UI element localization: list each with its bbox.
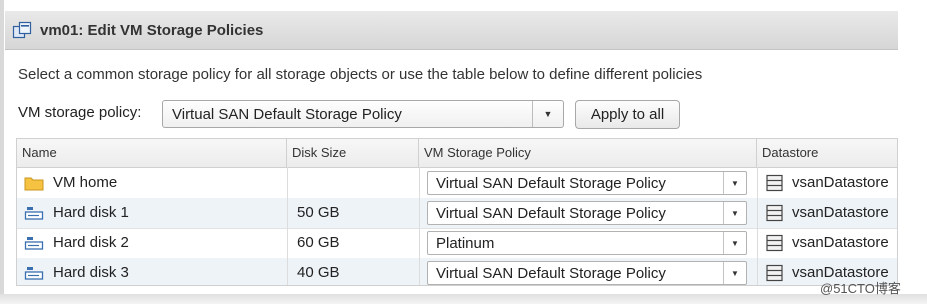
row-policy-select[interactable]: Platinum ▼ xyxy=(427,231,747,255)
row-datastore: vsanDatastore xyxy=(792,204,889,221)
column-divider xyxy=(757,167,758,285)
hard-disk-icon xyxy=(24,207,44,220)
chevron-down-icon[interactable]: ▼ xyxy=(532,101,563,127)
vm-storage-policy-value: Virtual SAN Default Storage Policy xyxy=(172,106,402,123)
table-row[interactable]: VM home Virtual SAN Default Storage Poli… xyxy=(17,168,897,199)
storage-objects-table: Name Disk Size VM Storage Policy Datasto… xyxy=(16,138,898,286)
vm-storage-policy-select[interactable]: Virtual SAN Default Storage Policy ▼ xyxy=(162,100,564,128)
row-name: VM home xyxy=(53,174,118,191)
chevron-down-icon[interactable]: ▼ xyxy=(723,232,746,254)
apply-to-all-button[interactable]: Apply to all xyxy=(575,100,680,129)
row-name: Hard disk 1 xyxy=(53,204,129,221)
vm-storage-policy-label: VM storage policy: xyxy=(18,104,142,121)
row-name: Hard disk 3 xyxy=(53,264,129,281)
hard-disk-icon xyxy=(24,237,44,250)
row-name: Hard disk 2 xyxy=(53,234,129,251)
row-policy-value: Virtual SAN Default Storage Policy xyxy=(436,265,666,282)
table-row[interactable]: Hard disk 2 60 GB Platinum ▼ vsanDatasto… xyxy=(17,228,897,259)
row-size: 40 GB xyxy=(297,264,340,281)
vm-icon xyxy=(12,21,32,39)
datastore-icon xyxy=(766,174,783,192)
datastore-icon xyxy=(766,264,783,282)
folder-icon xyxy=(24,177,44,191)
column-header-datastore[interactable]: Datastore xyxy=(757,139,897,167)
column-divider xyxy=(419,167,420,285)
watermark-text: @51CTO博客 xyxy=(820,281,901,296)
dialog-title: vm01: Edit VM Storage Policies xyxy=(40,21,264,39)
column-divider xyxy=(287,167,288,285)
row-policy-select[interactable]: Virtual SAN Default Storage Policy ▼ xyxy=(427,201,747,225)
row-datastore: vsanDatastore xyxy=(792,234,889,251)
row-datastore: vsanDatastore xyxy=(792,174,889,191)
window-frame-left xyxy=(0,0,4,296)
column-header-disk-size[interactable]: Disk Size xyxy=(287,139,419,167)
chevron-down-icon[interactable]: ▼ xyxy=(723,262,746,284)
instructions-text: Select a common storage policy for all s… xyxy=(18,66,703,83)
dialog-titlebar: vm01: Edit VM Storage Policies xyxy=(5,11,898,50)
table-row[interactable]: Hard disk 1 50 GB Virtual SAN Default St… xyxy=(17,198,897,229)
datastore-icon xyxy=(766,204,783,222)
row-policy-select[interactable]: Virtual SAN Default Storage Policy ▼ xyxy=(427,261,747,285)
window-frame-bottom xyxy=(0,294,927,304)
row-policy-select[interactable]: Virtual SAN Default Storage Policy ▼ xyxy=(427,171,747,195)
row-size: 50 GB xyxy=(297,204,340,221)
row-policy-value: Platinum xyxy=(436,235,495,252)
table-header: Name Disk Size VM Storage Policy Datasto… xyxy=(17,139,897,168)
datastore-icon xyxy=(766,234,783,252)
row-policy-value: Virtual SAN Default Storage Policy xyxy=(436,205,666,222)
table-row[interactable]: Hard disk 3 40 GB Virtual SAN Default St… xyxy=(17,258,897,285)
chevron-down-icon[interactable]: ▼ xyxy=(723,202,746,224)
row-size: 60 GB xyxy=(297,234,340,251)
chevron-down-icon[interactable]: ▼ xyxy=(723,172,746,194)
row-policy-value: Virtual SAN Default Storage Policy xyxy=(436,175,666,192)
column-header-vm-storage-policy[interactable]: VM Storage Policy xyxy=(419,139,757,167)
column-header-name[interactable]: Name xyxy=(17,139,287,167)
hard-disk-icon xyxy=(24,267,44,280)
